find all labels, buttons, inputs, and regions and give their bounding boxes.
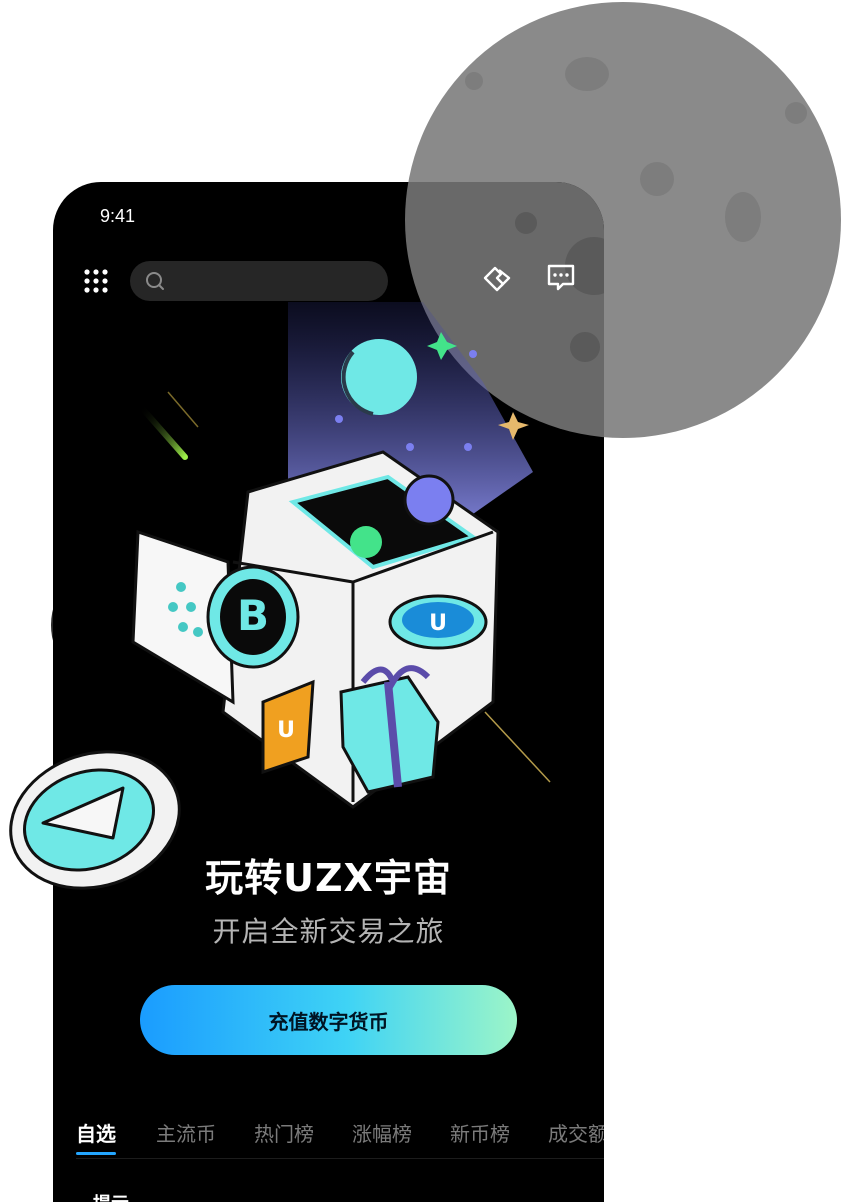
tabs-divider xyxy=(76,1158,604,1159)
tab-hot[interactable]: 热门榜 xyxy=(254,1118,314,1155)
deposit-crypto-button[interactable]: 充值数字货币 xyxy=(140,985,517,1055)
svg-text:U: U xyxy=(429,611,447,636)
tab-volume[interactable]: 成交额 xyxy=(548,1118,604,1155)
tab-watchlist[interactable]: 自选 xyxy=(76,1118,116,1155)
phone-screen: 9:41 B U U 玩转UZX宇宙 开启全新交易之旅 充值数字货币 自选 主流… xyxy=(53,182,604,1202)
market-tabs: 自选 主流币 热门榜 涨幅榜 新币榜 成交额 xyxy=(76,1118,604,1158)
tab-gainers[interactable]: 涨幅榜 xyxy=(352,1118,412,1155)
tab-mainstream[interactable]: 主流币 xyxy=(156,1118,216,1155)
svg-text:B: B xyxy=(237,591,269,640)
list-preview-text: 提示 xyxy=(93,1190,129,1202)
svg-text:U: U xyxy=(277,718,295,743)
tab-new-listings[interactable]: 新币榜 xyxy=(450,1118,510,1155)
status-time: 9:41 xyxy=(100,206,136,226)
tab-active-indicator xyxy=(76,1152,116,1155)
tab-label: 自选 xyxy=(76,1122,116,1146)
hero-subtitle: 开启全新交易之旅 xyxy=(212,915,445,948)
floating-coin-decoration xyxy=(9,750,181,890)
